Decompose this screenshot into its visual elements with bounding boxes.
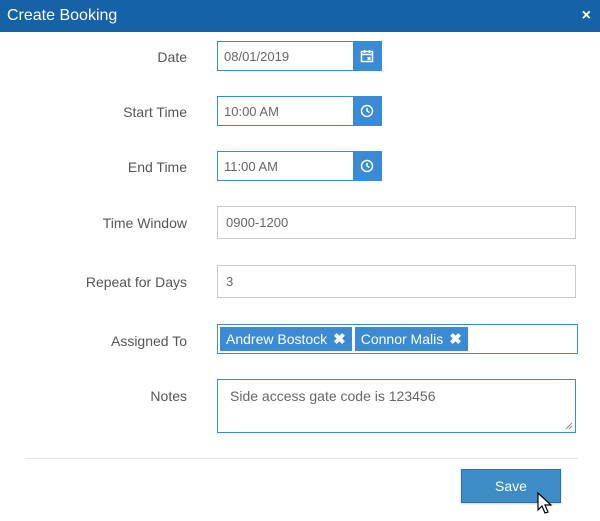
assignee-tag: Connor Malis ✖	[354, 327, 468, 351]
repeat-days-label: Repeat for Days	[85, 274, 187, 290]
assignee-tag: Andrew Bostock ✖	[220, 327, 352, 351]
close-icon[interactable]: ×	[582, 7, 591, 25]
date-input[interactable]: 08/01/2019	[218, 42, 353, 70]
start-time-input[interactable]: 10:00 AM	[218, 97, 353, 125]
clock-icon[interactable]	[353, 152, 381, 180]
time-window-input[interactable]: 0900-1200	[217, 206, 576, 239]
end-time-picker[interactable]: 11:00 AM	[217, 151, 382, 181]
notes-label: Notes	[150, 388, 187, 404]
end-time-label: End Time	[127, 159, 187, 175]
start-time-label: Start Time	[123, 104, 187, 120]
dialog-title: Create Booking	[7, 7, 118, 24]
calendar-icon[interactable]	[353, 42, 381, 70]
notes-textarea[interactable]: Side access gate code is 123456	[217, 379, 576, 433]
mouse-cursor-icon	[537, 492, 553, 514]
footer-divider	[25, 458, 578, 459]
start-time-picker[interactable]: 10:00 AM	[217, 96, 382, 126]
end-time-input[interactable]: 11:00 AM	[218, 152, 353, 180]
remove-icon[interactable]: ✖	[449, 330, 462, 348]
assignee-name: Andrew Bostock	[226, 331, 328, 347]
clock-icon[interactable]	[353, 97, 381, 125]
date-picker[interactable]: 08/01/2019	[217, 41, 382, 71]
assigned-to-label: Assigned To	[110, 333, 187, 349]
date-label: Date	[157, 49, 187, 65]
notes-text: Side access gate code is 123456	[230, 388, 436, 404]
remove-icon[interactable]: ✖	[333, 330, 346, 348]
assignee-name: Connor Malis	[360, 331, 444, 347]
time-window-label: Time Window	[102, 215, 187, 231]
resize-handle-icon[interactable]	[565, 422, 573, 430]
repeat-days-input[interactable]: 3	[217, 265, 576, 298]
assigned-to-input[interactable]: Andrew Bostock ✖ Connor Malis ✖	[217, 324, 578, 354]
dialog-titlebar: Create Booking ×	[0, 0, 600, 32]
